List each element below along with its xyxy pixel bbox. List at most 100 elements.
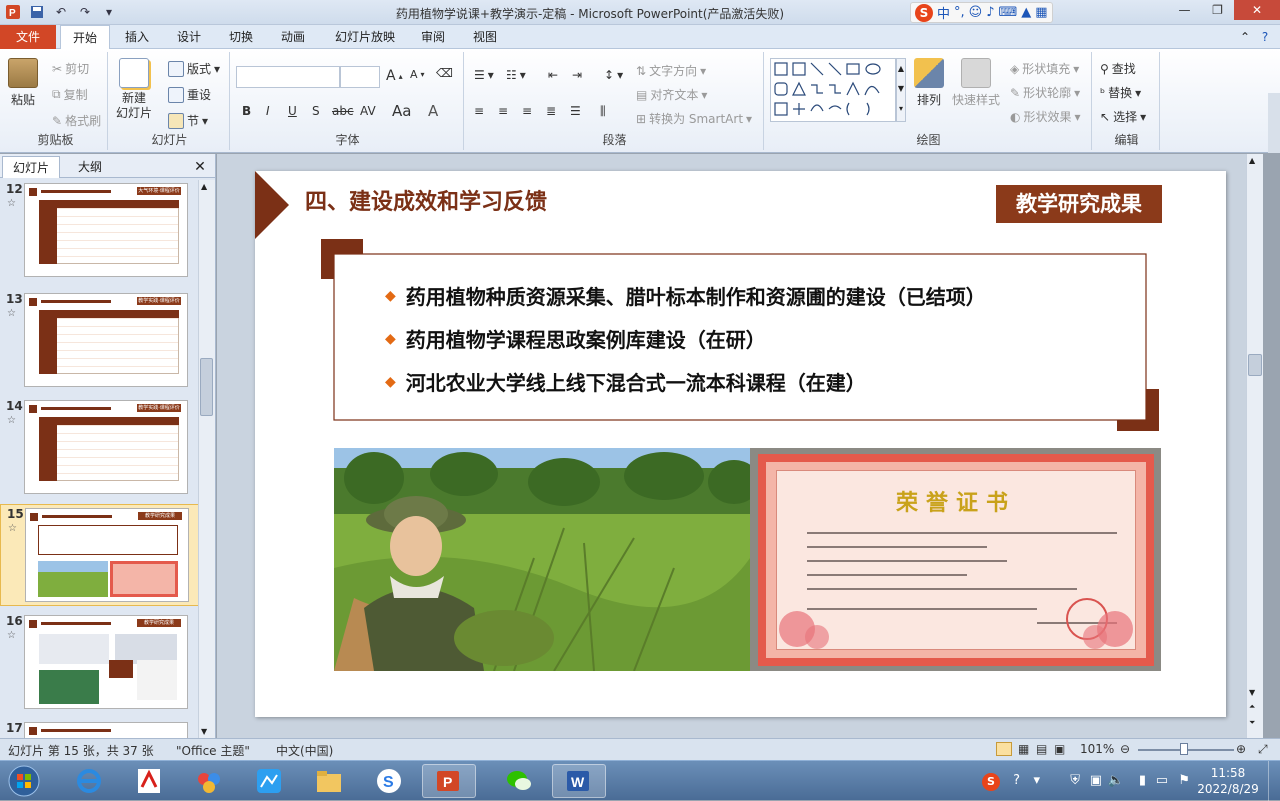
replace-button[interactable]: ᵇ 替换 ▾: [1100, 84, 1141, 101]
next-slide-icon[interactable]: ⏷: [1249, 718, 1255, 728]
taskbar-pdf-icon[interactable]: [122, 764, 176, 798]
skin-icon[interactable]: ▲: [1021, 5, 1031, 20]
thumbnails-scrollbar[interactable]: ▲ ▼: [198, 180, 215, 738]
zoom-out-icon[interactable]: ⊖: [1120, 742, 1130, 756]
reset-button[interactable]: 重设: [168, 86, 211, 103]
slide-sorter-icon[interactable]: ▦: [1018, 742, 1029, 756]
columns-button[interactable]: ⫼: [600, 104, 606, 119]
microphone-icon[interactable]: ♪: [986, 5, 994, 20]
customize-qat-icon[interactable]: ▾: [100, 3, 118, 21]
field-photo[interactable]: [334, 448, 750, 671]
zoom-in-icon[interactable]: ⊕: [1236, 742, 1246, 756]
line-spacing-button[interactable]: ↕ ▾: [604, 68, 623, 82]
tab-view[interactable]: 视图: [462, 25, 508, 49]
shape-effects-button[interactable]: ◐ 形状效果 ▾: [1010, 108, 1081, 125]
format-painter-button[interactable]: ✎ 格式刷: [52, 112, 101, 129]
keyboard-icon[interactable]: ⌨: [999, 5, 1018, 20]
tab-review[interactable]: 审阅: [410, 25, 456, 49]
slide-thumbnail[interactable]: 大气环境·课程评价: [24, 183, 188, 277]
new-slide-button[interactable]: 新建 幻灯片: [116, 58, 152, 121]
shape-fill-button[interactable]: ◈ 形状填充 ▾: [1010, 60, 1079, 77]
tray-chevron-icon[interactable]: ▾: [1033, 773, 1040, 788]
slide-thumbnail[interactable]: 教学研究成果: [25, 508, 189, 602]
font-color-button[interactable]: A: [428, 102, 438, 120]
cut-button[interactable]: ✂ 剪切: [52, 60, 89, 77]
powerpoint-logo-icon[interactable]: P: [4, 3, 22, 21]
normal-view-icon[interactable]: [996, 742, 1012, 756]
shadow-button[interactable]: S: [312, 104, 320, 118]
restore-button[interactable]: ❐: [1201, 0, 1234, 20]
show-desktop-button[interactable]: [1268, 761, 1280, 801]
language[interactable]: 中文(中国): [276, 742, 333, 759]
strikethrough-button[interactable]: abc: [332, 104, 354, 118]
arrange-button[interactable]: 排列: [914, 58, 944, 108]
slide-thumbnail-row[interactable]: 12 ☆ 大气环境·课程评价: [0, 180, 200, 282]
clock[interactable]: 11:58 2022/8/29: [1194, 765, 1262, 797]
toolbox-icon[interactable]: ▦: [1035, 5, 1047, 20]
tab-design[interactable]: 设计: [166, 25, 212, 49]
section-badge[interactable]: 教学研究成果: [996, 185, 1162, 223]
bullet-list[interactable]: ◆ 药用植物种质资源采集、腊叶标本制作和资源圃的建设（已结项） ◆ 药用植物学课程思…: [385, 274, 1125, 403]
tab-insert[interactable]: 插入: [114, 25, 160, 49]
tray-device-icon[interactable]: ▣: [1090, 773, 1102, 788]
paste-button[interactable]: 粘贴: [8, 58, 38, 108]
scrollbar-thumb[interactable]: [200, 358, 213, 416]
shapes-gallery[interactable]: [770, 58, 896, 122]
distribute-button[interactable]: ☰: [570, 104, 581, 118]
taskbar-explorer-icon[interactable]: [302, 764, 356, 798]
layout-button[interactable]: 版式 ▾: [168, 60, 220, 77]
slide-thumbnail-row[interactable]: 14 ☆ 教学实践·课程评价: [0, 397, 200, 499]
slide[interactable]: 四、建设成效和学习反馈 教学研究成果 ◆ 药用植物种质资源采集、腊叶标本制作和资源…: [255, 171, 1226, 717]
reading-view-icon[interactable]: ▤: [1036, 742, 1047, 756]
tray-sogou-icon[interactable]: S: [982, 773, 1000, 791]
ime-punctuation[interactable]: °,: [954, 5, 965, 20]
tab-outline[interactable]: 大纲: [62, 156, 118, 178]
zoom-slider-thumb[interactable]: [1180, 743, 1188, 755]
tray-network-icon[interactable]: ▮: [1139, 773, 1146, 788]
tray-shield-icon[interactable]: ⛨: [1070, 773, 1080, 788]
tab-slides[interactable]: 幻灯片: [2, 156, 60, 178]
zoom-level[interactable]: 101%: [1080, 742, 1114, 756]
scroll-down-icon[interactable]: ▼: [1249, 688, 1255, 697]
bold-button[interactable]: B: [242, 104, 251, 118]
taskbar-wechat-icon[interactable]: [492, 764, 546, 798]
tab-transitions[interactable]: 切换: [218, 25, 264, 49]
tab-home[interactable]: 开始: [60, 25, 110, 50]
close-button[interactable]: ✕: [1234, 0, 1280, 20]
slide-thumbnail-row[interactable]: 16 ☆ 教学研究成果: [0, 612, 200, 714]
redo-icon[interactable]: ↷: [76, 3, 94, 21]
justify-button[interactable]: ≣: [546, 104, 556, 118]
fit-to-window-icon[interactable]: ⤢: [1258, 742, 1268, 757]
taskbar-baidu-icon[interactable]: [182, 764, 236, 798]
taskbar-sogou-icon[interactable]: S: [362, 764, 416, 798]
slide-thumbnail-row[interactable]: 13 ☆ 教学实践·课程评价: [0, 290, 200, 392]
scroll-down-icon[interactable]: ▼: [201, 727, 207, 736]
tray-flag-icon[interactable]: ⚑: [1178, 773, 1190, 788]
save-icon[interactable]: [28, 3, 46, 21]
change-case-button[interactable]: Aa: [392, 102, 411, 120]
undo-icon[interactable]: ↶: [52, 3, 70, 21]
char-spacing-button[interactable]: AV: [360, 104, 376, 118]
ime-mode[interactable]: 中: [937, 3, 950, 22]
smartart-button[interactable]: ⊞ 转换为 SmartArt ▾: [636, 110, 752, 127]
taskbar-word-icon[interactable]: W: [552, 764, 606, 798]
tray-help-icon[interactable]: ?: [1013, 773, 1020, 788]
certificate-photo[interactable]: 荣誉证书: [750, 448, 1161, 671]
text-direction-button[interactable]: ⇅ 文字方向 ▾: [636, 62, 706, 79]
align-center-button[interactable]: ≡: [498, 104, 508, 118]
bullets-button[interactable]: ☰ ▾: [474, 68, 494, 82]
scroll-up-icon[interactable]: ▲: [1249, 156, 1255, 165]
slide-thumbnail[interactable]: 教学实践·课程评价: [24, 400, 188, 494]
shape-outline-button[interactable]: ✎ 形状轮廓 ▾: [1010, 84, 1080, 101]
find-button[interactable]: ⚲ 查找: [1100, 60, 1136, 77]
align-text-button[interactable]: ▤ 对齐文本 ▾: [636, 86, 707, 103]
tray-volume-icon[interactable]: 🔈: [1108, 773, 1124, 788]
scrollbar-thumb[interactable]: [1248, 354, 1262, 376]
tray-battery-icon[interactable]: ▭: [1156, 773, 1168, 788]
taskbar-powerpoint-icon[interactable]: P: [422, 764, 476, 798]
clear-format-button[interactable]: ⌫: [436, 66, 453, 80]
taskbar-ie-icon[interactable]: [62, 764, 116, 798]
numbering-button[interactable]: ☷ ▾: [506, 68, 526, 82]
align-left-button[interactable]: ≡: [474, 104, 484, 118]
start-button[interactable]: [4, 764, 44, 798]
